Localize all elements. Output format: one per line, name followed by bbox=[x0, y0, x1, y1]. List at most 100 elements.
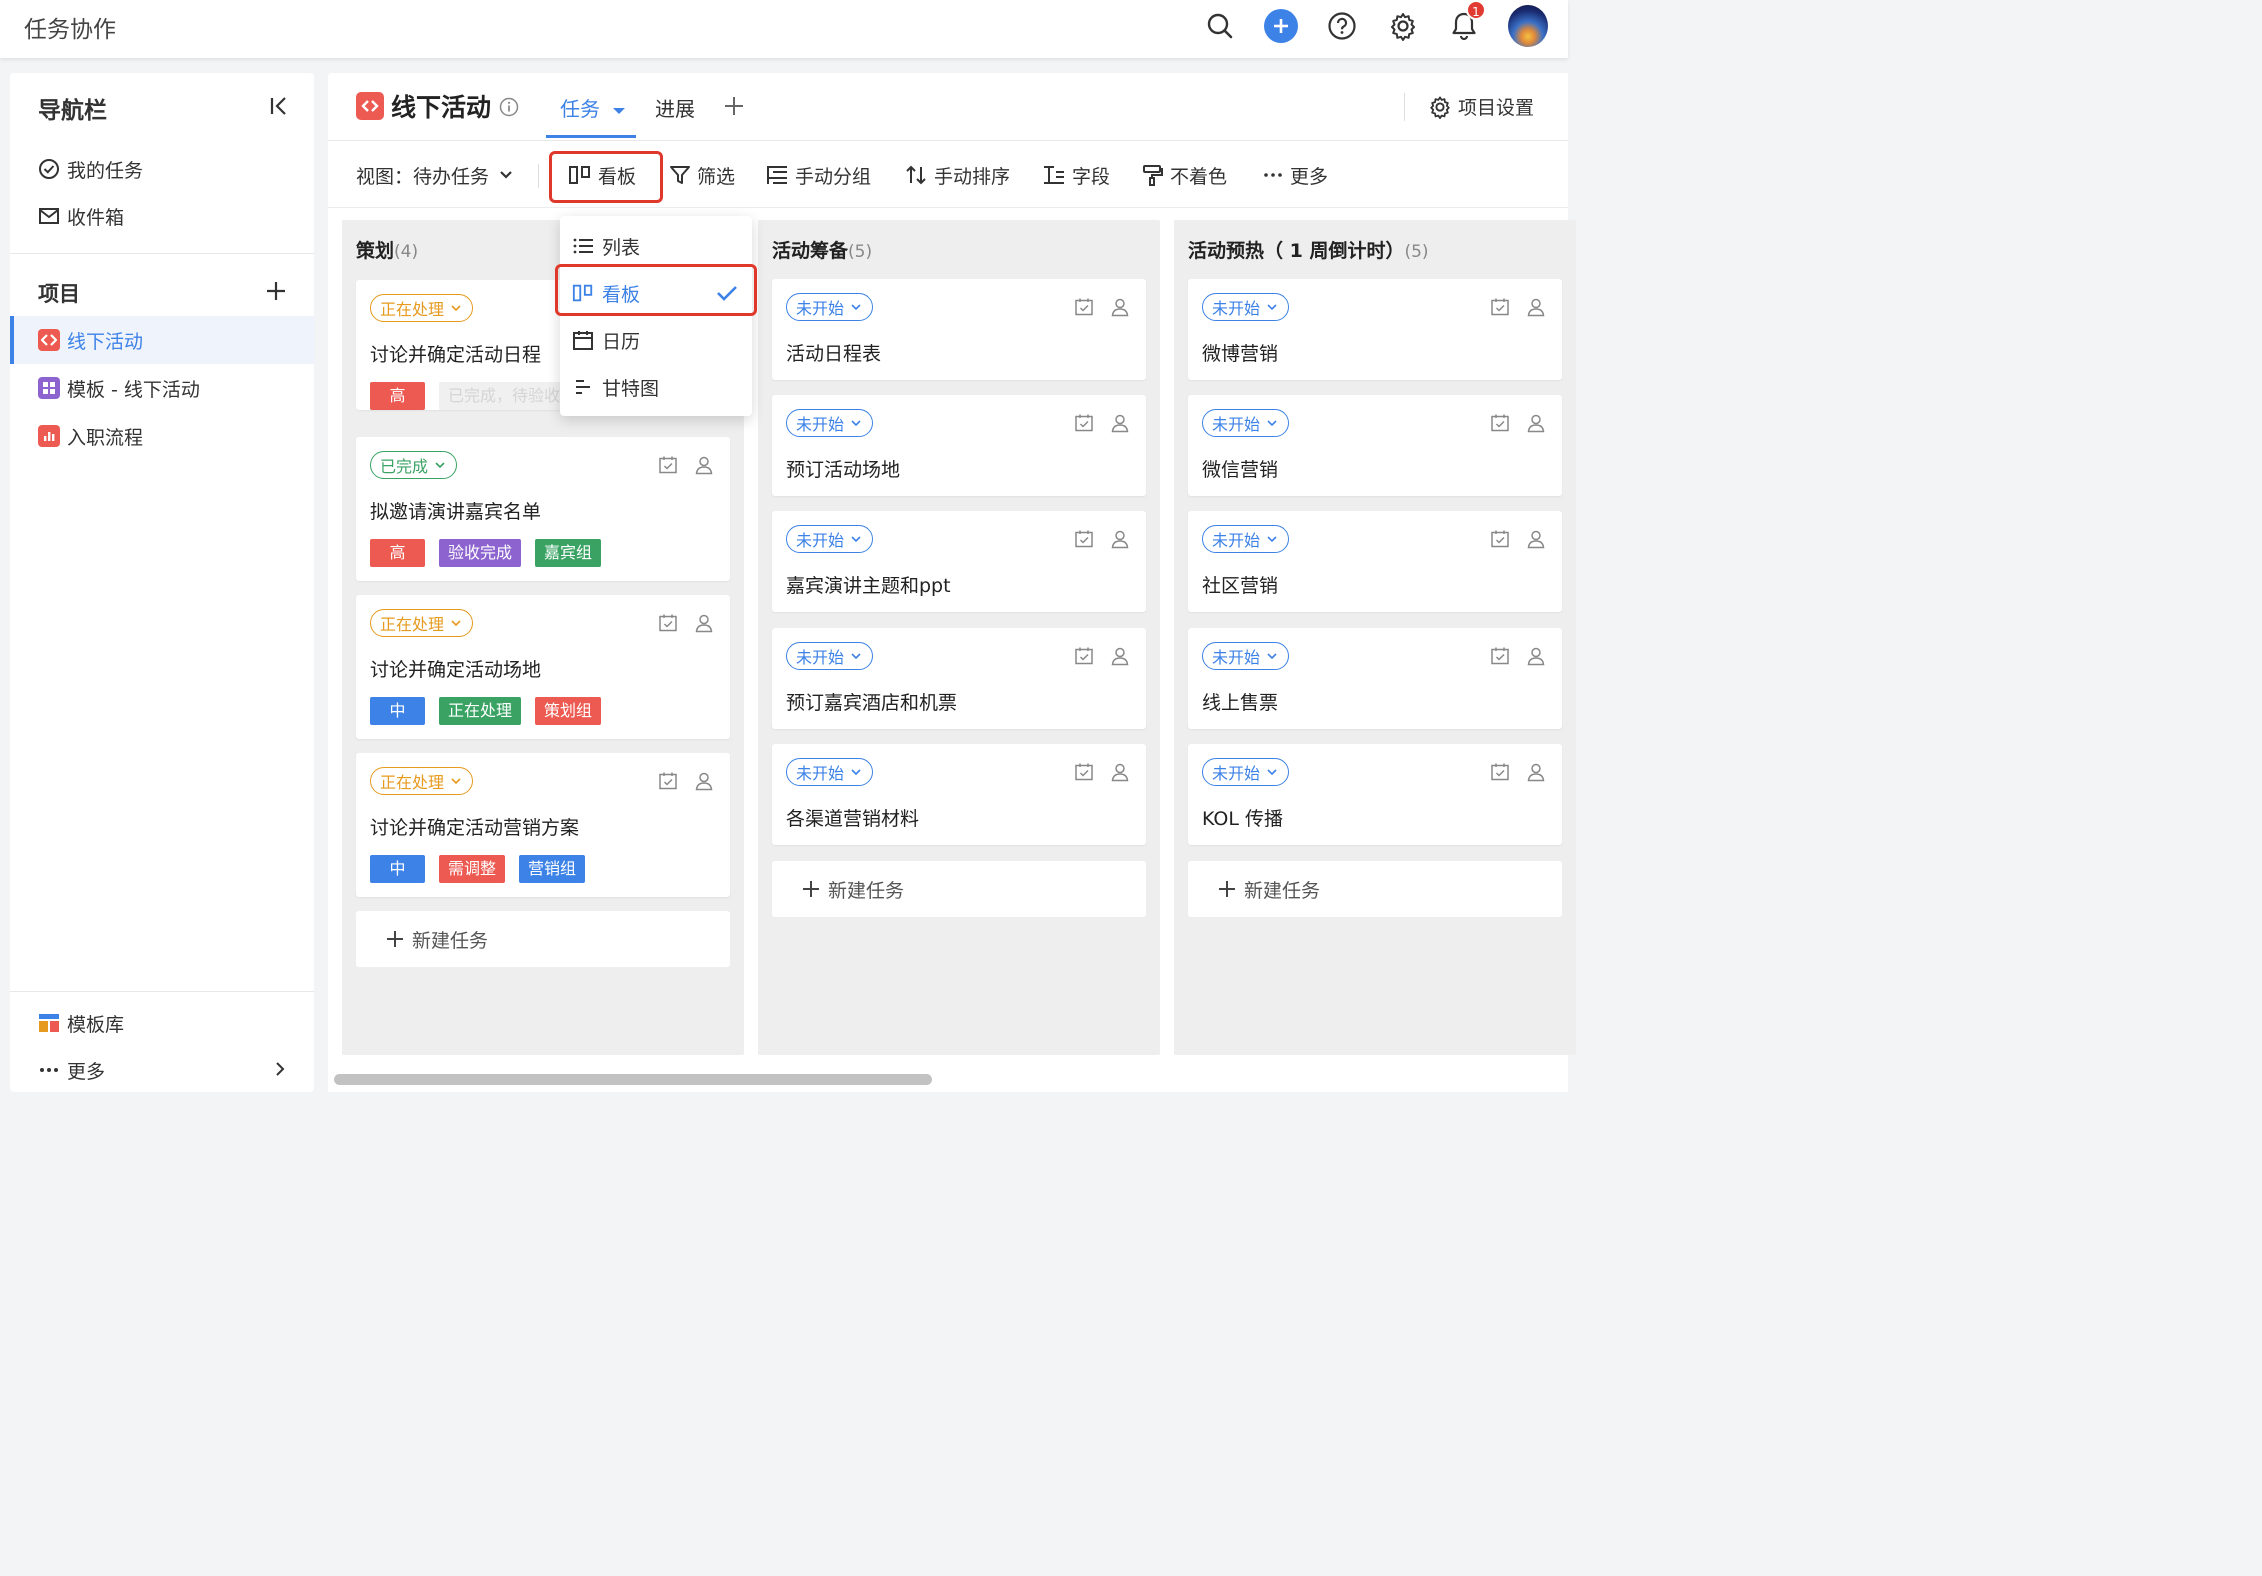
calendar-check-icon[interactable] bbox=[658, 613, 678, 633]
task-card[interactable]: 未开始 各渠道营销材料 bbox=[772, 744, 1146, 845]
user-icon[interactable] bbox=[1526, 297, 1546, 317]
task-card[interactable]: 未开始 预订活动场地 bbox=[772, 395, 1146, 496]
calendar-check-icon[interactable] bbox=[1074, 529, 1094, 549]
collapse-sidebar-icon[interactable] bbox=[268, 95, 290, 117]
chevron-down-icon bbox=[850, 303, 862, 311]
sidebar-item-template-offline-event[interactable]: 模板 - 线下活动 bbox=[38, 370, 200, 406]
gear-icon[interactable] bbox=[1383, 6, 1423, 46]
more-icon bbox=[1262, 164, 1284, 186]
status-dropdown[interactable]: 未开始 bbox=[1202, 758, 1290, 786]
status-dropdown[interactable]: 正在处理 bbox=[370, 609, 474, 637]
status-dropdown[interactable]: 未开始 bbox=[1202, 525, 1290, 553]
tab-progress[interactable]: 进展 bbox=[655, 93, 695, 141]
toolbar-fields-button[interactable]: 字段 bbox=[1042, 160, 1110, 190]
chevron-down-icon bbox=[1266, 535, 1278, 543]
task-card[interactable]: 未开始 线上售票 bbox=[1188, 628, 1562, 729]
user-icon[interactable] bbox=[694, 771, 714, 791]
menu-item-gantt[interactable]: 甘特图 bbox=[560, 364, 752, 410]
user-icon[interactable] bbox=[1110, 762, 1130, 782]
new-task-button[interactable]: 新建任务 bbox=[356, 911, 730, 967]
info-icon[interactable] bbox=[499, 97, 519, 117]
new-task-label: 新建任务 bbox=[412, 929, 489, 952]
sidebar-item-more[interactable]: 更多 bbox=[38, 1052, 286, 1088]
user-icon[interactable] bbox=[1110, 413, 1130, 433]
user-icon[interactable] bbox=[1526, 413, 1546, 433]
status-dropdown[interactable]: 未开始 bbox=[786, 409, 874, 437]
search-icon[interactable] bbox=[1200, 6, 1240, 46]
calendar-check-icon[interactable] bbox=[1074, 762, 1094, 782]
chevron-down-icon bbox=[450, 777, 462, 785]
horizontal-scrollbar[interactable] bbox=[334, 1074, 932, 1085]
status-dropdown[interactable]: 未开始 bbox=[786, 293, 874, 321]
user-icon[interactable] bbox=[1110, 646, 1130, 666]
task-card[interactable]: 未开始 微信营销 bbox=[1188, 395, 1562, 496]
task-tags: 高 已完成，待验收 bbox=[370, 382, 583, 410]
user-icon[interactable] bbox=[694, 613, 714, 633]
status-dropdown[interactable]: 未开始 bbox=[786, 758, 874, 786]
paint-roller-icon bbox=[1142, 164, 1164, 186]
status-dropdown[interactable]: 正在处理 bbox=[370, 767, 474, 795]
sidebar-item-label: 模板库 bbox=[67, 1013, 125, 1036]
sidebar-item-offline-event[interactable]: 线下活动 bbox=[38, 322, 143, 358]
calendar-check-icon[interactable] bbox=[658, 771, 678, 791]
sidebar-item-onboarding[interactable]: 入职流程 bbox=[38, 418, 143, 454]
calendar-check-icon[interactable] bbox=[1490, 529, 1510, 549]
status-dropdown[interactable]: 未开始 bbox=[1202, 409, 1290, 437]
help-icon[interactable] bbox=[1322, 6, 1362, 46]
calendar-check-icon[interactable] bbox=[1490, 646, 1510, 666]
calendar-check-icon[interactable] bbox=[1074, 413, 1094, 433]
status-dropdown[interactable]: 已完成 bbox=[370, 451, 458, 479]
new-task-button[interactable]: 新建任务 bbox=[772, 861, 1146, 917]
calendar-check-icon[interactable] bbox=[1490, 762, 1510, 782]
tab-tasks[interactable]: 任务 bbox=[560, 93, 626, 141]
status-dropdown[interactable]: 未开始 bbox=[786, 525, 874, 553]
user-icon[interactable] bbox=[1110, 297, 1130, 317]
add-tab-icon[interactable] bbox=[724, 96, 744, 116]
toolbar-filter-button[interactable]: 筛选 bbox=[669, 160, 735, 190]
task-card[interactable]: 未开始 活动日程表 bbox=[772, 279, 1146, 380]
user-icon[interactable] bbox=[1110, 529, 1130, 549]
view-selector[interactable]: 视图：待办任务 bbox=[356, 160, 513, 190]
chevron-down-icon bbox=[1266, 303, 1278, 311]
sidebar-item-inbox[interactable]: 收件箱 bbox=[38, 198, 124, 234]
status-dropdown[interactable]: 未开始 bbox=[1202, 642, 1290, 670]
task-card[interactable]: 未开始 KOL 传播 bbox=[1188, 744, 1562, 845]
calendar-check-icon[interactable] bbox=[1074, 646, 1094, 666]
toolbar-group-button[interactable]: 手动分组 bbox=[765, 160, 871, 190]
sidebar-item-my-tasks[interactable]: 我的任务 bbox=[38, 151, 143, 187]
calendar-check-icon[interactable] bbox=[1490, 297, 1510, 317]
user-icon[interactable] bbox=[1526, 529, 1546, 549]
status-dropdown[interactable]: 未开始 bbox=[1202, 293, 1290, 321]
task-card[interactable]: 已完成 拟邀请演讲嘉宾名单 高 验收完成 嘉宾组 bbox=[356, 437, 730, 581]
sidebar-item-template-library[interactable]: 模板库 bbox=[38, 1005, 124, 1041]
task-card[interactable]: 未开始 预订嘉宾酒店和机票 bbox=[772, 628, 1146, 729]
toolbar-label: 手动分组 bbox=[795, 165, 872, 188]
status-label: 未开始 bbox=[1212, 415, 1261, 434]
add-button[interactable] bbox=[1261, 6, 1301, 46]
menu-item-calendar[interactable]: 日历 bbox=[560, 317, 752, 363]
bell-icon[interactable]: 1 bbox=[1444, 0, 1486, 46]
task-card[interactable]: 正在处理 讨论并确定活动场地 中 正在处理 策划组 bbox=[356, 595, 730, 739]
calendar-check-icon[interactable] bbox=[658, 455, 678, 475]
project-settings-button[interactable]: 项目设置 bbox=[1428, 93, 1534, 120]
status-label: 正在处理 bbox=[380, 773, 445, 792]
add-project-icon[interactable] bbox=[266, 281, 286, 301]
task-card[interactable]: 未开始 社区营销 bbox=[1188, 511, 1562, 612]
sidebar-item-label: 线下活动 bbox=[67, 330, 144, 353]
status-dropdown[interactable]: 正在处理 bbox=[370, 294, 474, 322]
task-card[interactable]: 未开始 微博营销 bbox=[1188, 279, 1562, 380]
toolbar-color-button[interactable]: 不着色 bbox=[1142, 160, 1227, 190]
user-icon[interactable] bbox=[1526, 762, 1546, 782]
avatar[interactable] bbox=[1508, 5, 1548, 47]
user-icon[interactable] bbox=[1526, 646, 1546, 666]
task-card[interactable]: 未开始 嘉宾演讲主题和ppt bbox=[772, 511, 1146, 612]
task-card[interactable]: 正在处理 讨论并确定活动营销方案 中 需调整 营销组 bbox=[356, 753, 730, 897]
calendar-check-icon[interactable] bbox=[1490, 413, 1510, 433]
menu-item-list[interactable]: 列表 bbox=[560, 223, 752, 269]
calendar-check-icon[interactable] bbox=[1074, 297, 1094, 317]
user-icon[interactable] bbox=[694, 455, 714, 475]
status-dropdown[interactable]: 未开始 bbox=[786, 642, 874, 670]
toolbar-sort-button[interactable]: 手动排序 bbox=[904, 160, 1010, 190]
new-task-button[interactable]: 新建任务 bbox=[1188, 861, 1562, 917]
toolbar-more-button[interactable]: 更多 bbox=[1262, 160, 1328, 190]
